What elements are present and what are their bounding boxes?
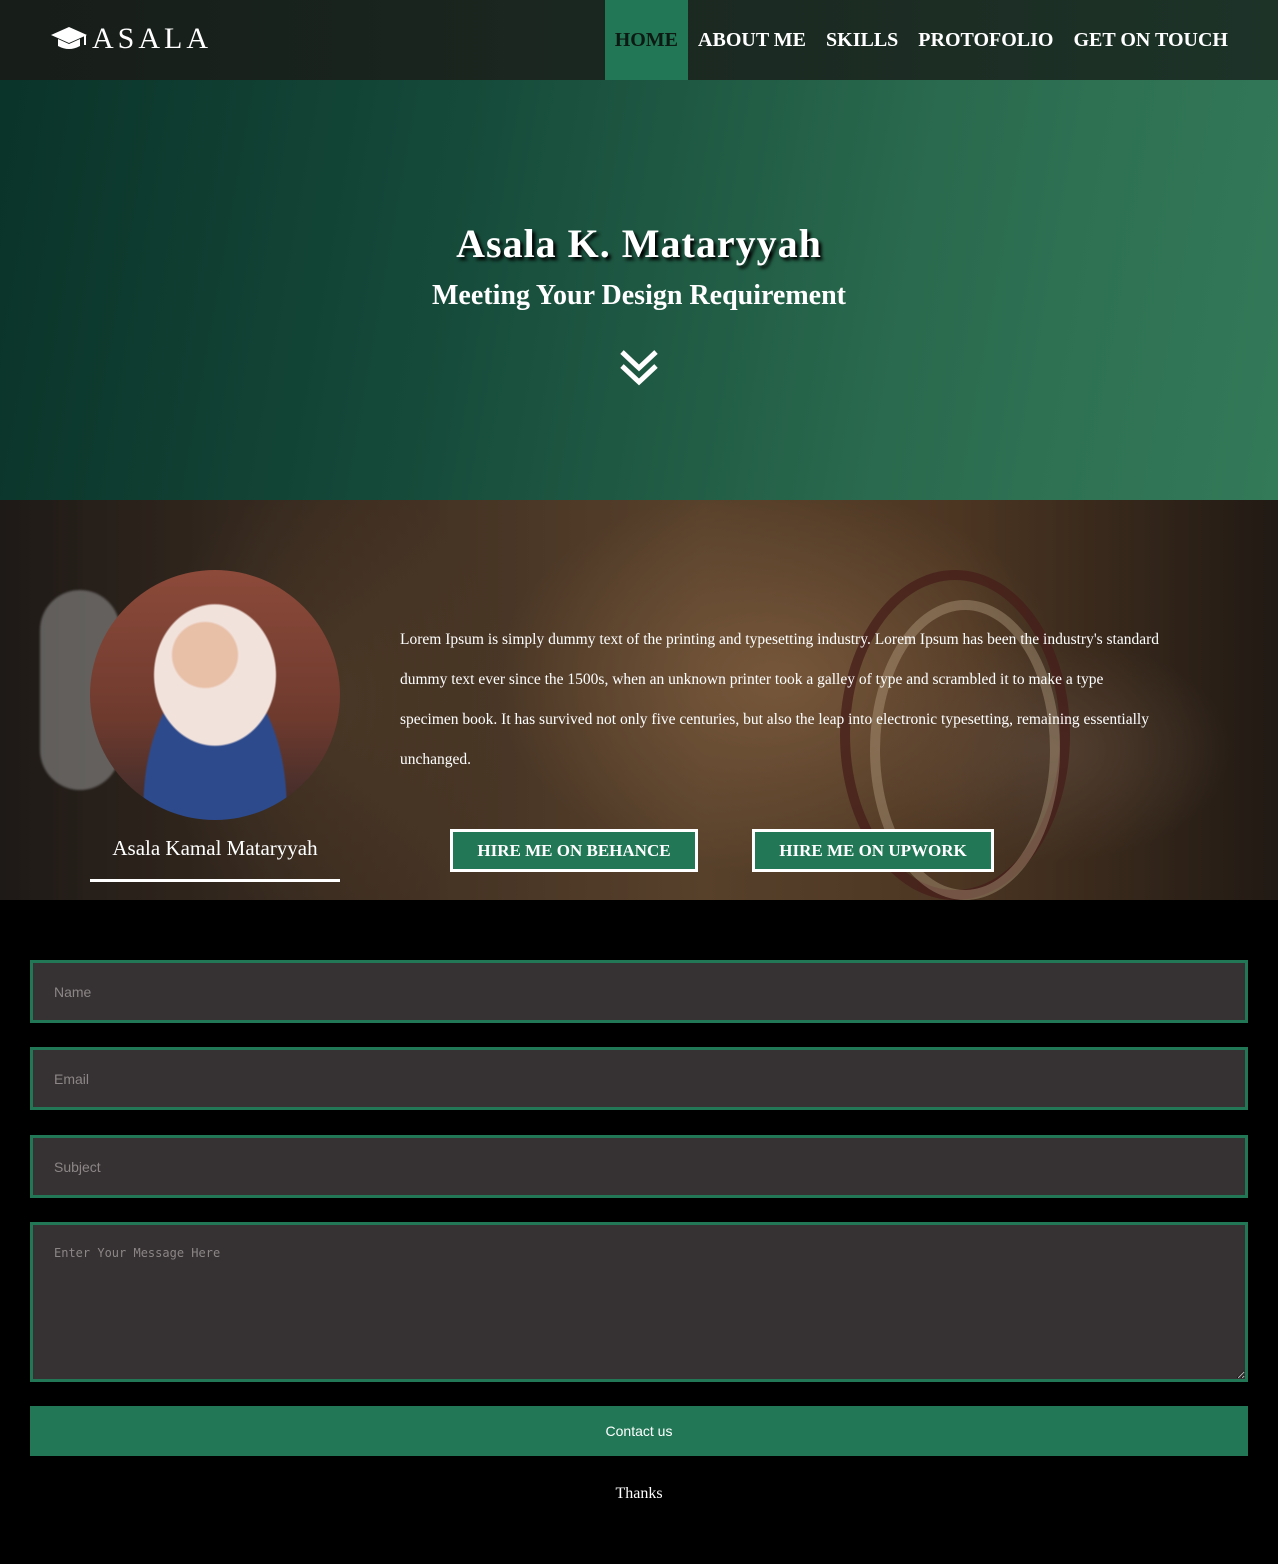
thanks-text: Thanks — [615, 1485, 663, 1502]
message-textarea[interactable] — [30, 1222, 1248, 1382]
hero-subtitle: Meeting Your Design Requirement — [432, 280, 846, 311]
about-section: Asala Kamal Mataryyah Lorem Ipsum is sim… — [0, 500, 1278, 900]
nav-portfolio[interactable]: PROTOFOLIO — [908, 0, 1063, 80]
double-chevron-down-icon[interactable] — [619, 348, 659, 388]
hire-upwork-button[interactable]: HIRE ME ON UPWORK — [752, 829, 994, 872]
about-text: Lorem Ipsum is simply dummy text of the … — [400, 631, 1160, 768]
hero-section: Asala K. Mataryyah Meeting Your Design R… — [0, 80, 1278, 500]
subject-input[interactable] — [30, 1135, 1248, 1198]
contact-us-button[interactable]: Contact us — [30, 1406, 1248, 1456]
brand-name: ASALA — [92, 22, 213, 55]
nav-get-in-touch[interactable]: GET ON TOUCH — [1064, 0, 1239, 80]
name-input[interactable] — [30, 960, 1248, 1023]
graduation-cap-icon — [51, 27, 87, 49]
profile-name: Asala Kamal Mataryyah — [112, 836, 318, 860]
nav-skills[interactable]: SKILLS — [816, 0, 908, 80]
profile-avatar — [90, 570, 340, 820]
email-input[interactable] — [30, 1047, 1248, 1110]
hire-behance-button[interactable]: HIRE ME ON BEHANCE — [450, 829, 698, 872]
profile-divider — [90, 879, 340, 882]
main-nav: HOME ABOUT ME SKILLS PROTOFOLIO GET ON T… — [604, 0, 1239, 80]
nav-home[interactable]: HOME — [604, 0, 689, 80]
hero-title: Asala K. Mataryyah — [456, 221, 822, 266]
nav-about-me[interactable]: ABOUT ME — [688, 0, 816, 80]
navbar: ASALA HOME ABOUT ME SKILLS PROTOFOLIO GE… — [0, 0, 1278, 80]
brand-logo[interactable]: ASALA — [50, 22, 212, 56]
